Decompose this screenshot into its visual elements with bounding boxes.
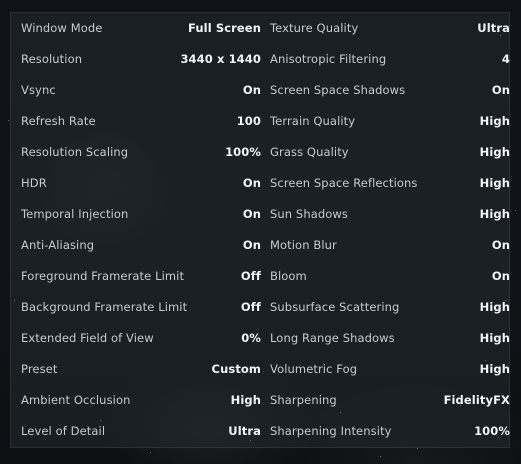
setting-value[interactable]: Custom — [212, 359, 261, 379]
background-speck — [460, 405, 461, 406]
setting-row-window-mode[interactable]: Window Mode Full Screen — [21, 18, 261, 38]
setting-row-resolution[interactable]: Resolution 3440 x 1440 — [21, 49, 261, 69]
setting-label: Bloom — [270, 269, 307, 283]
setting-value[interactable]: 100% — [474, 421, 510, 441]
setting-label: Screen Space Shadows — [270, 83, 406, 97]
setting-value[interactable]: On — [243, 204, 261, 224]
setting-label: Anisotropic Filtering — [270, 52, 387, 66]
setting-label: Vsync — [21, 83, 56, 97]
setting-value[interactable]: 3440 x 1440 — [180, 49, 261, 69]
setting-row-sharpening[interactable]: Sharpening FidelityFX — [270, 390, 510, 410]
setting-row-temporal-injection[interactable]: Temporal Injection On — [21, 204, 261, 224]
setting-value[interactable]: On — [492, 235, 510, 255]
setting-label: Sharpening — [270, 393, 337, 407]
setting-row-hdr[interactable]: HDR On — [21, 173, 261, 193]
setting-row-long-range-shadows[interactable]: Long Range Shadows High — [270, 328, 510, 348]
setting-label: Terrain Quality — [270, 114, 356, 128]
setting-label: Foreground Framerate Limit — [21, 269, 185, 283]
setting-label: Long Range Shadows — [270, 331, 395, 345]
setting-value[interactable]: On — [243, 80, 261, 100]
setting-label: Ambient Occlusion — [21, 393, 131, 407]
setting-value[interactable]: Off — [241, 266, 261, 286]
setting-row-screen-space-shadows[interactable]: Screen Space Shadows On — [270, 80, 510, 100]
setting-label: Resolution Scaling — [21, 145, 129, 159]
setting-row-grass-quality[interactable]: Grass Quality High — [270, 142, 510, 162]
graphics-settings-panel: Window Mode Full Screen Resolution 3440 x 1… — [10, 12, 510, 448]
setting-label: Screen Space Reflections — [270, 176, 418, 190]
setting-value[interactable]: Off — [241, 297, 261, 317]
setting-row-volumetric-fog[interactable]: Volumetric Fog High — [270, 359, 510, 379]
background-speck — [296, 430, 297, 431]
setting-row-background-framerate-limit[interactable]: Background Framerate Limit Off — [21, 297, 261, 317]
setting-label: Preset — [21, 362, 58, 376]
background-speck — [14, 300, 15, 301]
setting-row-anisotropic-filtering[interactable]: Anisotropic Filtering 4 — [270, 49, 510, 69]
setting-value[interactable]: Full Screen — [188, 18, 261, 38]
background-speck — [8, 120, 9, 121]
setting-label: Sun Shadows — [270, 207, 349, 221]
setting-label: Grass Quality — [270, 145, 349, 159]
setting-row-bloom[interactable]: Bloom On — [270, 266, 510, 286]
setting-row-vsync[interactable]: Vsync On — [21, 80, 261, 100]
setting-value[interactable]: High — [480, 359, 510, 379]
setting-value[interactable]: On — [243, 173, 261, 193]
setting-label: Motion Blur — [270, 238, 337, 252]
background-speck — [485, 360, 486, 361]
background-speck — [505, 300, 506, 301]
background-speck — [417, 448, 418, 449]
setting-label: Background Framerate Limit — [21, 300, 188, 314]
setting-row-terrain-quality[interactable]: Terrain Quality High — [270, 111, 510, 131]
setting-label: Subsurface Scattering — [270, 300, 400, 314]
background-speck — [340, 412, 341, 413]
setting-value[interactable]: On — [243, 235, 261, 255]
setting-value[interactable]: On — [492, 80, 510, 100]
setting-value[interactable]: High — [480, 142, 510, 162]
setting-row-subsurface-scattering[interactable]: Subsurface Scattering High — [270, 297, 510, 317]
setting-value[interactable]: Ultra — [228, 421, 261, 441]
setting-row-screen-space-reflections[interactable]: Screen Space Reflections High — [270, 173, 510, 193]
setting-row-foreground-framerate-limit[interactable]: Foreground Framerate Limit Off — [21, 266, 261, 286]
background-speck — [500, 35, 501, 36]
setting-label: HDR — [21, 176, 47, 190]
background-speck — [100, 420, 101, 421]
setting-label: Refresh Rate — [21, 114, 96, 128]
setting-row-refresh-rate[interactable]: Refresh Rate 100 — [21, 111, 261, 131]
setting-row-motion-blur[interactable]: Motion Blur On — [270, 235, 510, 255]
setting-row-extended-field-of-view[interactable]: Extended Field of View 0% — [21, 328, 261, 348]
setting-value[interactable]: On — [492, 266, 510, 286]
setting-label: Texture Quality — [270, 21, 359, 35]
setting-value[interactable]: 0% — [241, 328, 261, 348]
setting-value[interactable]: 4 — [502, 49, 510, 69]
background-speck — [55, 372, 56, 373]
setting-label: Sharpening Intensity — [270, 424, 392, 438]
setting-row-anti-aliasing[interactable]: Anti-Aliasing On — [21, 235, 261, 255]
setting-value[interactable]: Ultra — [477, 18, 510, 38]
setting-row-sharpening-intensity[interactable]: Sharpening Intensity 100% — [270, 421, 510, 441]
setting-label: Resolution — [21, 52, 83, 66]
setting-row-level-of-detail[interactable]: Level of Detail Ultra — [21, 421, 261, 441]
setting-value[interactable]: FidelityFX — [444, 390, 510, 410]
background-speck — [380, 456, 381, 457]
setting-value[interactable]: 100% — [225, 142, 261, 162]
background-speck — [515, 210, 516, 211]
setting-row-texture-quality[interactable]: Texture Quality Ultra — [270, 18, 510, 38]
setting-label: Temporal Injection — [21, 207, 129, 221]
setting-row-sun-shadows[interactable]: Sun Shadows High — [270, 204, 510, 224]
setting-label: Volumetric Fog — [270, 362, 358, 376]
setting-label: Window Mode — [21, 21, 103, 35]
background-speck — [250, 440, 251, 441]
setting-value[interactable]: High — [480, 204, 510, 224]
background-speck — [150, 452, 151, 453]
setting-value[interactable]: High — [231, 390, 261, 410]
setting-value[interactable]: High — [480, 173, 510, 193]
setting-row-preset[interactable]: Preset Custom — [21, 359, 261, 379]
setting-row-resolution-scaling[interactable]: Resolution Scaling 100% — [21, 142, 261, 162]
setting-value[interactable]: 100 — [237, 111, 261, 131]
setting-row-ambient-occlusion[interactable]: Ambient Occlusion High — [21, 390, 261, 410]
setting-label: Anti-Aliasing — [21, 238, 95, 252]
setting-value[interactable]: High — [480, 328, 510, 348]
setting-label: Extended Field of View — [21, 331, 154, 345]
setting-label: Level of Detail — [21, 424, 106, 438]
setting-value[interactable]: High — [480, 111, 510, 131]
